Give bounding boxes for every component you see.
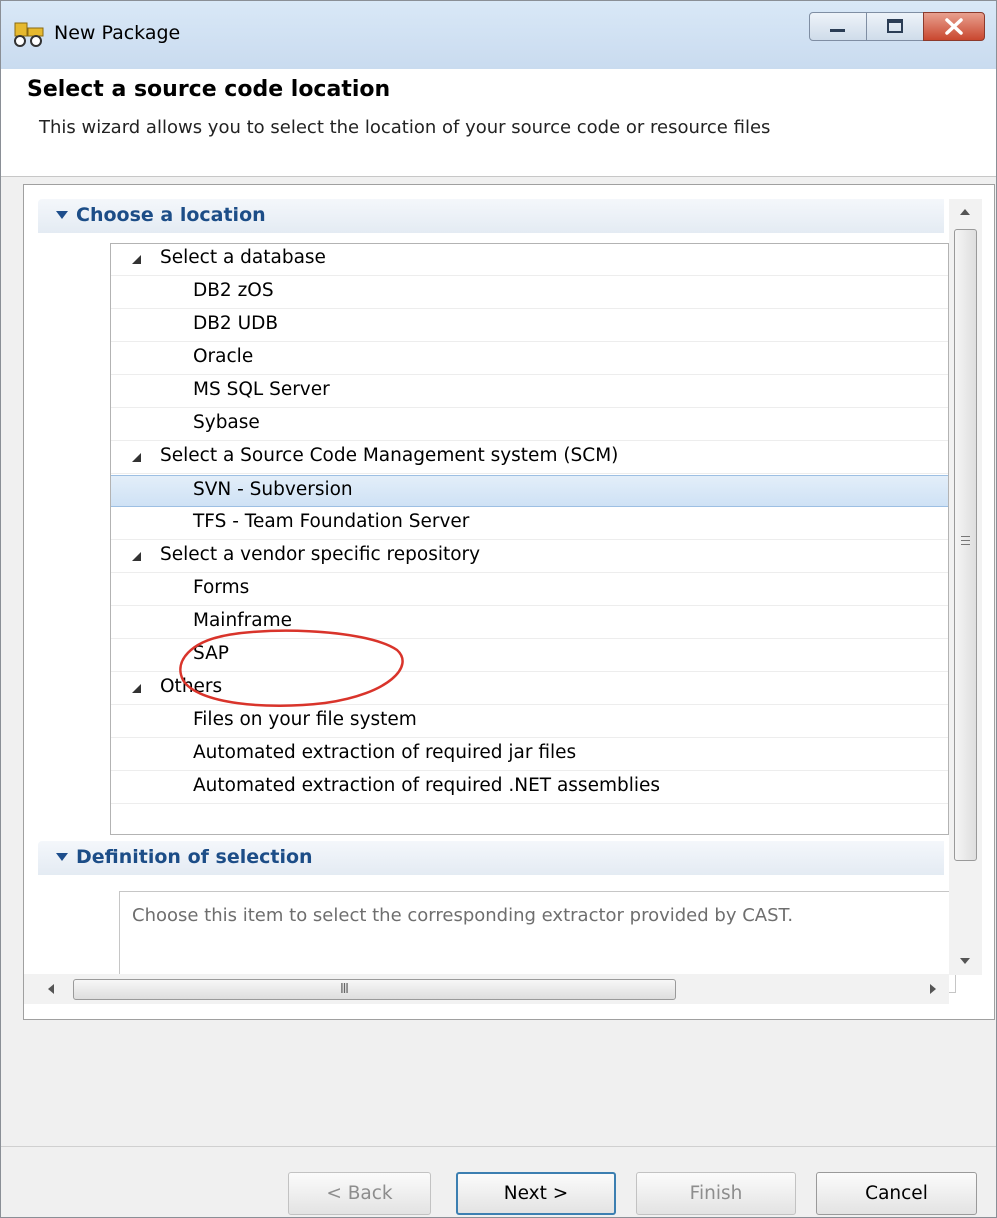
tree-row-label: SAP bbox=[193, 643, 229, 664]
expand-triangle-icon[interactable] bbox=[132, 453, 141, 462]
tree-item-row[interactable]: DB2 zOS bbox=[111, 277, 948, 309]
scroll-left-arrow-icon[interactable] bbox=[48, 984, 54, 994]
vertical-scrollbar[interactable] bbox=[949, 199, 982, 975]
maximize-icon bbox=[887, 19, 903, 33]
page-description: This wizard allows you to select the loc… bbox=[39, 117, 771, 138]
section-collapse-icon[interactable] bbox=[56, 211, 68, 219]
title-bar[interactable]: New Package bbox=[1, 1, 996, 69]
next-button[interactable]: Next > bbox=[456, 1172, 616, 1215]
choose-location-label: Choose a location bbox=[76, 204, 266, 226]
tree-row-label: TFS - Team Foundation Server bbox=[193, 511, 470, 532]
section-collapse-icon[interactable] bbox=[56, 853, 68, 861]
grip-line bbox=[961, 536, 970, 537]
expand-triangle-icon[interactable] bbox=[132, 255, 141, 264]
tree-category-row[interactable]: Select a vendor specific repository bbox=[111, 541, 948, 573]
grip-icon: Ⅲ bbox=[340, 982, 349, 997]
cancel-button[interactable]: Cancel bbox=[816, 1172, 977, 1215]
tree-row-label: Select a database bbox=[160, 247, 326, 268]
tree-row-label: Mainframe bbox=[193, 610, 293, 631]
tree-row-label: Others bbox=[160, 676, 223, 697]
tree-row-label: SVN - Subversion bbox=[193, 479, 353, 500]
close-icon bbox=[945, 18, 963, 35]
back-button[interactable]: < Back bbox=[288, 1172, 431, 1215]
close-button[interactable] bbox=[923, 12, 985, 41]
tree-item-row[interactable]: DB2 UDB bbox=[111, 310, 948, 342]
vertical-scroll-thumb[interactable] bbox=[954, 229, 977, 861]
tree-category-row[interactable]: Others bbox=[111, 673, 948, 705]
tree-row-label: Forms bbox=[193, 577, 250, 598]
page-title: Select a source code location bbox=[27, 77, 391, 102]
tree-item-row[interactable]: TFS - Team Foundation Server bbox=[111, 508, 948, 540]
tree-row-label: Oracle bbox=[193, 346, 254, 367]
tree-row-label: DB2 UDB bbox=[193, 313, 279, 334]
tree-item-row[interactable]: Automated extraction of required .NET as… bbox=[111, 772, 948, 804]
tree-row-label: Select a vendor specific repository bbox=[160, 544, 481, 565]
window-title: New Package bbox=[54, 22, 181, 44]
tree-item-row[interactable]: SVN - Subversion bbox=[111, 475, 948, 507]
tree-item-row[interactable]: SAP bbox=[111, 640, 948, 672]
grip-line bbox=[961, 540, 970, 541]
tree-category-row[interactable]: Select a Source Code Management system (… bbox=[111, 442, 948, 474]
maximize-button[interactable] bbox=[866, 12, 924, 41]
choose-location-section-header[interactable]: Choose a location bbox=[38, 199, 944, 233]
expand-triangle-icon[interactable] bbox=[132, 552, 141, 561]
minimize-icon bbox=[830, 29, 845, 32]
finish-button[interactable]: Finish bbox=[636, 1172, 796, 1215]
grip-line bbox=[961, 544, 970, 545]
tree-row-label: Automated extraction of required .NET as… bbox=[193, 775, 661, 796]
expand-triangle-icon[interactable] bbox=[132, 684, 141, 693]
horizontal-scroll-thumb[interactable]: Ⅲ bbox=[73, 979, 676, 1000]
tree-row-label: Files on your file system bbox=[193, 709, 417, 730]
horizontal-scrollbar[interactable]: Ⅲ bbox=[24, 974, 949, 1004]
wizard-header: Select a source code location This wizar… bbox=[1, 69, 996, 177]
tree-item-row[interactable]: MS SQL Server bbox=[111, 376, 948, 408]
new-package-window: New Package Select a source code locatio… bbox=[0, 0, 997, 1218]
tree-category-row[interactable]: Select a database bbox=[111, 244, 948, 276]
tree-row-label: Select a Source Code Management system (… bbox=[160, 445, 619, 466]
footer-separator bbox=[1, 1146, 996, 1147]
definition-label: Definition of selection bbox=[76, 846, 313, 868]
tree-row-label: DB2 zOS bbox=[193, 280, 274, 301]
tree-item-row[interactable]: Forms bbox=[111, 574, 948, 606]
location-tree[interactable]: Select a database DB2 zOS DB2 UDB Oracle MS … bbox=[110, 243, 949, 835]
scroll-up-arrow-icon[interactable] bbox=[960, 209, 970, 215]
definition-section-header[interactable]: Definition of selection bbox=[38, 841, 944, 875]
tree-item-row[interactable]: Oracle bbox=[111, 343, 948, 375]
scroll-down-arrow-icon[interactable] bbox=[960, 958, 970, 964]
wizard-content: Choose a location Select a database DB2 z… bbox=[23, 184, 995, 1020]
scroll-right-arrow-icon[interactable] bbox=[930, 984, 936, 994]
tree-row-label: MS SQL Server bbox=[193, 379, 330, 400]
minimize-button[interactable] bbox=[809, 12, 867, 41]
tree-item-row[interactable]: Automated extraction of required jar fil… bbox=[111, 739, 948, 771]
package-app-icon bbox=[12, 21, 48, 49]
definition-text: Choose this item to select the correspon… bbox=[132, 905, 794, 926]
tree-item-row[interactable]: Files on your file system bbox=[111, 706, 948, 738]
tree-row-label: Automated extraction of required jar fil… bbox=[193, 742, 577, 763]
tree-item-row[interactable]: Mainframe bbox=[111, 607, 948, 639]
tree-item-row[interactable]: Sybase bbox=[111, 409, 948, 441]
tree-row-label: Sybase bbox=[193, 412, 260, 433]
